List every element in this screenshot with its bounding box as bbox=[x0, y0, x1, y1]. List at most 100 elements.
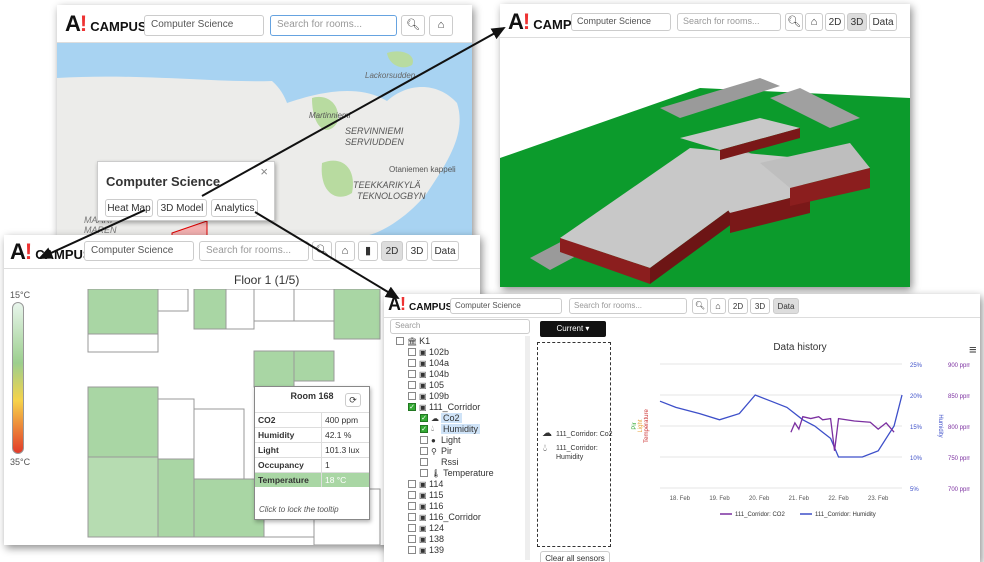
bar-chart-icon: ▮ bbox=[364, 244, 372, 257]
campus-logo[interactable]: A! CAMPUS bbox=[10, 239, 92, 265]
heat-map-button[interactable]: Heat Map bbox=[105, 199, 153, 217]
analytics-chart-button[interactable]: ▮ bbox=[358, 241, 378, 261]
room-search-input[interactable]: Search for rooms... bbox=[569, 298, 687, 314]
room-icon: ▣ bbox=[419, 523, 427, 533]
view-3d-button[interactable]: 3D bbox=[847, 13, 867, 31]
view-data-button[interactable]: Data bbox=[869, 13, 897, 31]
search-button[interactable]: 🔍︎ bbox=[312, 241, 332, 261]
tree-node-label: Rssi bbox=[441, 457, 459, 467]
campus-logo[interactable]: A! CAMPUS bbox=[388, 294, 452, 315]
tree-checkbox[interactable] bbox=[408, 370, 416, 378]
chart-menu-button[interactable]: ≡ bbox=[969, 342, 977, 357]
tree-node-label: Light bbox=[441, 435, 461, 445]
tree-node-room[interactable]: ▣ 104a bbox=[408, 358, 449, 368]
tree-node-room[interactable]: ▣ 104b bbox=[408, 369, 449, 379]
map-label-8: MAREN bbox=[84, 225, 117, 235]
home-button[interactable]: ⌂ bbox=[429, 15, 453, 36]
tree-search-input[interactable]: Search bbox=[390, 319, 530, 334]
tree-node-room[interactable]: ▣ 114 bbox=[408, 479, 443, 489]
room-search-input[interactable]: Search for rooms... bbox=[199, 241, 309, 261]
tree-node-room[interactable]: ▣ 138 bbox=[408, 534, 444, 544]
tree-node-sensor[interactable]: ✓ ☁ Co2 bbox=[420, 413, 462, 423]
tree-checkbox[interactable] bbox=[420, 436, 428, 444]
selected-sensor-humidity[interactable]: 111_Corridor: Humidity bbox=[556, 444, 608, 462]
home-button[interactable]: ⌂ bbox=[335, 241, 355, 261]
room-search-input[interactable]: Search for rooms... bbox=[270, 15, 397, 36]
popup-close-button[interactable]: × bbox=[260, 164, 268, 179]
tree-scrollbar[interactable] bbox=[525, 336, 530, 560]
tree-node-room[interactable]: ▣ 102b bbox=[408, 347, 449, 357]
view-2d-button[interactable]: 2D bbox=[825, 13, 845, 31]
tree-checkbox[interactable] bbox=[420, 447, 428, 455]
x-tick-label: 21. Feb bbox=[789, 496, 810, 502]
current-dropdown[interactable]: Current ▾ bbox=[540, 321, 606, 337]
search-button[interactable]: 🔍︎ bbox=[401, 15, 425, 36]
tree-checkbox[interactable] bbox=[408, 480, 416, 488]
campus-logo[interactable]: A! CAMPUS bbox=[65, 11, 147, 37]
tree-node-sensor[interactable]: Rssi bbox=[420, 457, 459, 467]
view-data-button[interactable]: Data bbox=[431, 241, 459, 261]
view-2d-button[interactable]: 2D bbox=[381, 241, 403, 261]
tree-checkbox[interactable] bbox=[408, 535, 416, 543]
view-2d-button[interactable]: 2D bbox=[728, 298, 748, 314]
tree-node-room[interactable]: ▣ 139 bbox=[408, 545, 444, 555]
tree-node-room[interactable]: ▣ 124 bbox=[408, 523, 444, 533]
tree-checkbox[interactable]: ✓ bbox=[420, 425, 428, 433]
room-tooltip[interactable]: Room 168 ⟳ CO2 400 ppm Humidity 42.1 % Lig… bbox=[254, 386, 370, 520]
tree-node-sensor[interactable]: ● Light bbox=[420, 435, 461, 445]
tree-checkbox[interactable] bbox=[408, 502, 416, 510]
tree-checkbox[interactable] bbox=[408, 381, 416, 389]
building-select[interactable]: Computer Science bbox=[84, 241, 194, 261]
clear-sensors-button[interactable]: Clear all sensors bbox=[540, 551, 610, 562]
tree-node-sensor[interactable]: 🌡︎ Temperature bbox=[420, 468, 494, 478]
tree-node-building[interactable]: 🏛 K1 bbox=[396, 336, 430, 346]
tree-node-sensor[interactable]: ✓ 💧︎ Humidity bbox=[420, 424, 481, 434]
building-select[interactable]: Computer Science bbox=[450, 298, 562, 314]
tree-node-room[interactable]: ✓ ▣ 111_Corridor bbox=[408, 402, 480, 412]
tree-checkbox[interactable] bbox=[408, 524, 416, 532]
scale-min-label: 35°C bbox=[10, 457, 31, 467]
tree-checkbox[interactable]: ✓ bbox=[408, 403, 416, 411]
building-select[interactable]: Computer Science bbox=[571, 13, 671, 31]
tree-node-label: 115 bbox=[429, 490, 444, 500]
view-3d-button[interactable]: 3D bbox=[406, 241, 428, 261]
room-icon: ▣ bbox=[419, 380, 427, 390]
tree-checkbox[interactable] bbox=[408, 546, 416, 554]
building-select[interactable]: Computer Science bbox=[144, 15, 264, 36]
tree-node-room[interactable]: ▣ 116_Corridor bbox=[408, 512, 481, 522]
tree-node-room[interactable]: ▣ 116 bbox=[408, 501, 443, 511]
sensor-tree: 🏛 K1 ▣ 102b ▣ 104a ▣ 104b ▣ 105 ▣ 109b ✓ ▣ 111_Corrido… bbox=[396, 336, 526, 562]
co2-tick-label: 850 ppm bbox=[948, 394, 970, 400]
tree-node-room[interactable]: ▣ 105 bbox=[408, 380, 444, 390]
refresh-button[interactable]: ⟳ bbox=[345, 393, 361, 407]
tree-node-label: Temperature bbox=[443, 468, 494, 478]
home-icon: ⌂ bbox=[341, 244, 349, 257]
tree-checkbox[interactable] bbox=[408, 359, 416, 367]
tree-checkbox[interactable] bbox=[396, 337, 404, 345]
tree-checkbox[interactable] bbox=[408, 392, 416, 400]
tree-checkbox[interactable] bbox=[420, 458, 428, 466]
tree-checkbox[interactable] bbox=[420, 469, 428, 477]
view-data-button[interactable]: Data bbox=[773, 298, 799, 314]
tree-checkbox[interactable] bbox=[408, 348, 416, 356]
tree-node-room[interactable]: ▣ 109b bbox=[408, 391, 449, 401]
analytics-button[interactable]: Analytics bbox=[211, 199, 258, 217]
tree-node-room[interactable]: ▣ 115 bbox=[408, 490, 443, 500]
tree-checkbox[interactable] bbox=[408, 491, 416, 499]
map-label-6: TEKNOLOGBYN bbox=[357, 191, 426, 201]
tree-node-label: 138 bbox=[429, 534, 445, 544]
tree-checkbox[interactable] bbox=[408, 513, 416, 521]
selected-sensor-co2[interactable]: 111_Corridor: Co2 bbox=[556, 431, 613, 438]
view-3d-button[interactable]: 3D bbox=[750, 298, 770, 314]
room-search-input[interactable]: Search for rooms... bbox=[677, 13, 781, 31]
home-button[interactable]: ⌂ bbox=[805, 13, 823, 31]
sensor-key: Temperature bbox=[255, 472, 322, 487]
3d-model-button[interactable]: 3D Model bbox=[157, 199, 207, 217]
search-button[interactable]: 🔍︎ bbox=[692, 298, 708, 314]
tree-checkbox[interactable]: ✓ bbox=[420, 414, 428, 422]
tree-node-sensor[interactable]: ⚲ Pir bbox=[420, 446, 452, 456]
home-button[interactable]: ⌂ bbox=[710, 298, 726, 314]
search-button[interactable]: 🔍︎ bbox=[785, 13, 803, 31]
tooltip-footer: Click to lock the tooltip bbox=[259, 505, 339, 514]
3d-model-canvas[interactable] bbox=[500, 38, 910, 287]
